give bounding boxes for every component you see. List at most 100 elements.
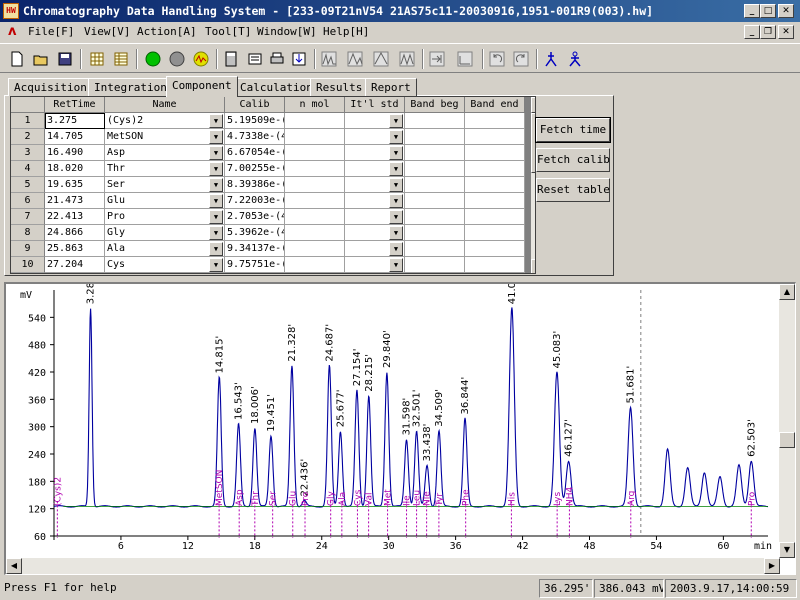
dropdown-arrow-icon[interactable]: ▼: [209, 162, 223, 176]
component-name-cell[interactable]: MetSON ▼: [105, 129, 225, 145]
menu-help[interactable]: Help[H]: [323, 25, 369, 38]
row-number[interactable]: 5: [11, 177, 45, 193]
redo-icon[interactable]: [510, 48, 532, 70]
nmol-cell[interactable]: [285, 113, 345, 129]
internal-std-cell[interactable]: ▼: [345, 241, 405, 257]
scroll-up-arrow-icon[interactable]: ▲: [531, 97, 535, 113]
table-row[interactable]: 519.635Ser▼8.39386e-(4▼: [11, 177, 525, 193]
tab-integration[interactable]: Integration: [88, 78, 173, 96]
component-name-cell[interactable]: (Cys)2 ▼: [105, 113, 225, 129]
nmol-cell[interactable]: [285, 241, 345, 257]
nmol-cell[interactable]: [285, 257, 345, 273]
auto-scale-icon[interactable]: [454, 48, 476, 70]
calib-cell[interactable]: 9.75751e-(4: [225, 257, 285, 273]
reset-table-button[interactable]: Reset table: [536, 178, 610, 202]
band-end-cell[interactable]: [465, 225, 525, 241]
nmol-cell[interactable]: [285, 145, 345, 161]
component-name-cell[interactable]: Gly ▼: [105, 225, 225, 241]
internal-std-cell[interactable]: ▼: [345, 145, 405, 161]
nmol-cell[interactable]: [285, 129, 345, 145]
component-name-cell[interactable]: Ser ▼: [105, 177, 225, 193]
menu-window[interactable]: Window[W]: [257, 25, 317, 38]
band-beg-cell[interactable]: [405, 241, 465, 257]
nmol-cell[interactable]: [285, 209, 345, 225]
band-beg-cell[interactable]: [405, 161, 465, 177]
app-icon[interactable]: HW: [3, 3, 19, 19]
open-folder-icon[interactable]: [30, 48, 52, 70]
dropdown-arrow-icon[interactable]: ▼: [389, 114, 403, 128]
component-name-cell[interactable]: Glu ▼: [105, 193, 225, 209]
fetch-time-button[interactable]: Fetch time: [535, 117, 611, 143]
column-header-nmol[interactable]: n mol: [285, 97, 345, 113]
table-row[interactable]: 2 14.705 MetSON ▼ 4.7338e-(4 ▼: [11, 129, 525, 145]
dropdown-arrow-icon[interactable]: ▼: [209, 130, 223, 144]
chart-scroll-up-icon[interactable]: ▲: [779, 284, 795, 300]
document-icon[interactable]: ʌ: [8, 24, 16, 39]
dropdown-arrow-icon[interactable]: ▼: [389, 162, 403, 176]
undo-icon[interactable]: [486, 48, 508, 70]
dropdown-arrow-icon[interactable]: ▼: [209, 258, 223, 272]
row-number[interactable]: 8: [11, 225, 45, 241]
chart-scroll-thumb[interactable]: [779, 432, 795, 448]
calibration-table-icon[interactable]: [86, 48, 108, 70]
dropdown-arrow-icon[interactable]: ▼: [389, 178, 403, 192]
band-beg-cell[interactable]: [405, 225, 465, 241]
column-header-name[interactable]: Name: [105, 97, 225, 113]
chart-horizontal-scrollbar[interactable]: ◀ ▶: [6, 558, 780, 574]
table-row[interactable]: 316.490Asp▼6.67054e-(4▼: [11, 145, 525, 161]
column-header-band-end[interactable]: Band end: [465, 97, 525, 113]
retention-time-cell[interactable]: 18.020: [45, 161, 105, 177]
column-header-rettime[interactable]: RetTime: [45, 97, 105, 113]
band-end-cell[interactable]: [465, 193, 525, 209]
stop-run-icon[interactable]: [166, 48, 188, 70]
dropdown-arrow-icon[interactable]: ▼: [209, 114, 223, 128]
save-icon[interactable]: [54, 48, 76, 70]
row-number[interactable]: 10: [11, 257, 45, 273]
chromatogram-chart[interactable]: mV min 60 120 180 240 300 360 420 480 540 6 12 18 24 30…: [6, 284, 780, 558]
dropdown-arrow-icon[interactable]: ▼: [209, 146, 223, 160]
dropdown-arrow-icon[interactable]: ▼: [209, 210, 223, 224]
band-beg-cell[interactable]: [405, 257, 465, 273]
retention-time-cell[interactable]: 14.705: [45, 129, 105, 145]
internal-std-cell[interactable]: ▼: [345, 225, 405, 241]
export-icon[interactable]: [288, 48, 310, 70]
component-name-cell[interactable]: Thr ▼: [105, 161, 225, 177]
table-row[interactable]: 7 22.413 Pro ▼ 2.7053e-(4 ▼: [11, 209, 525, 225]
minimize-button[interactable]: _: [744, 4, 760, 18]
tab-component[interactable]: Component: [166, 76, 238, 97]
print-icon[interactable]: [266, 48, 288, 70]
start-run-icon[interactable]: [142, 48, 164, 70]
calib-cell[interactable]: 2.7053e-(4: [225, 209, 285, 225]
dropdown-arrow-icon[interactable]: ▼: [389, 226, 403, 240]
column-header-calib[interactable]: Calib: [225, 97, 285, 113]
calib-cell[interactable]: 7.00255e-(4: [225, 161, 285, 177]
zoom-peak-icon[interactable]: [370, 48, 392, 70]
new-file-icon[interactable]: [6, 48, 28, 70]
internal-std-cell[interactable]: ▼: [345, 161, 405, 177]
manual-peak-icon[interactable]: [564, 48, 586, 70]
overlay-view-icon[interactable]: [344, 48, 366, 70]
doc-minimize-button[interactable]: _: [744, 25, 760, 39]
retention-time-cell[interactable]: 22.413: [45, 209, 105, 225]
retention-time-cell[interactable]: 21.473: [45, 193, 105, 209]
retention-time-cell[interactable]: 25.863: [45, 241, 105, 257]
report-icon[interactable]: [244, 48, 266, 70]
menu-tool[interactable]: Tool[T]: [205, 25, 251, 38]
component-name-cell[interactable]: Cys ▼: [105, 257, 225, 273]
dropdown-arrow-icon[interactable]: ▼: [209, 226, 223, 240]
table-row[interactable]: 1027.204Cys▼9.75751e-(4▼: [11, 257, 525, 273]
band-end-cell[interactable]: [465, 129, 525, 145]
dropdown-arrow-icon[interactable]: ▼: [389, 242, 403, 256]
table-row[interactable]: 13.275(Cys)2▼5.19509e-(4▼: [11, 113, 525, 129]
table-row[interactable]: 621.473Glu▼7.22003e-(4▼: [11, 193, 525, 209]
nmol-cell[interactable]: [285, 177, 345, 193]
column-header-band-beg[interactable]: Band beg: [405, 97, 465, 113]
dropdown-arrow-icon[interactable]: ▼: [389, 210, 403, 224]
doc-close-button[interactable]: ✕: [778, 25, 794, 39]
peak-marker-icon[interactable]: [540, 48, 562, 70]
tab-acquisition[interactable]: Acquisition: [8, 78, 93, 96]
band-beg-cell[interactable]: [405, 193, 465, 209]
calib-cell[interactable]: 7.22003e-(4: [225, 193, 285, 209]
table-row[interactable]: 925.863Ala▼9.34137e-(4▼: [11, 241, 525, 257]
band-end-cell[interactable]: [465, 257, 525, 273]
